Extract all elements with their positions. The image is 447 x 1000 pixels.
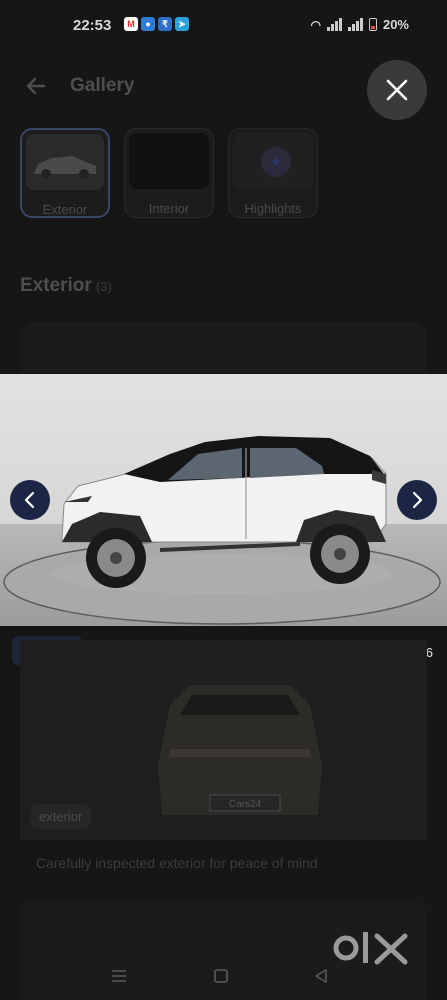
section-title-text: Exterior [20, 275, 92, 296]
tab-label-interior: Interior [148, 201, 190, 216]
chevron-left-icon [24, 491, 35, 509]
close-button[interactable] [367, 60, 427, 120]
signal-icon [326, 18, 342, 31]
license-plate-text: Cars24 [229, 799, 262, 810]
status-time: 22:53 [73, 17, 112, 34]
previous-image-button[interactable] [10, 480, 50, 520]
battery-icon [368, 18, 377, 31]
home-square-icon [214, 969, 228, 983]
status-bar: 22:53 M ● ₹ ➤ ◠ 20% [0, 0, 447, 50]
next-image-button[interactable] [397, 480, 437, 520]
menu-icon [112, 970, 126, 982]
tab-highlights[interactable]: ★ Highlights [228, 128, 318, 218]
back-arrow-icon[interactable] [22, 72, 50, 100]
gallery-card-front[interactable]: Cars24 exterior [20, 640, 427, 840]
car-front-image: Cars24 [158, 685, 322, 815]
notification-icons: M ● ₹ ➤ [124, 17, 189, 31]
chevron-right-icon [412, 491, 423, 509]
recent-apps-button[interactable] [104, 964, 134, 988]
gallery-tabs: Exterior Interior ★ Highlights [20, 128, 318, 218]
tab-label-highlights: Highlights [244, 201, 302, 216]
tab-interior[interactable]: Interior [124, 128, 214, 218]
status-right: ◠ 20% [310, 17, 409, 32]
tab-label-exterior: Exterior [42, 202, 88, 217]
page-title: Gallery [70, 75, 135, 96]
back-triangle-icon [315, 969, 327, 983]
home-button[interactable] [206, 964, 236, 988]
section-title: Exterior (3) [20, 275, 112, 297]
card-category-badge: exterior [30, 804, 92, 829]
system-nav-bar [0, 960, 447, 1000]
telegram-icon: ➤ [175, 17, 189, 31]
card-caption: Carefully inspected exterior for peace o… [36, 855, 318, 871]
gmail-icon: M [124, 17, 138, 31]
gallery-card-top [20, 322, 427, 382]
chat-icon: ● [141, 17, 155, 31]
section-count: (3) [95, 279, 112, 294]
exterior-thumbnail [26, 134, 104, 190]
star-icon: ★ [261, 147, 291, 177]
car-exterior-image [0, 374, 447, 626]
paytm-icon: ₹ [158, 17, 172, 31]
system-back-button[interactable] [306, 964, 336, 988]
interior-thumbnail [129, 133, 209, 189]
close-icon [386, 79, 408, 101]
signal-icon-2 [347, 18, 363, 31]
image-viewer[interactable] [0, 374, 447, 626]
tab-exterior[interactable]: Exterior [20, 128, 110, 218]
battery-level: 20% [382, 17, 409, 32]
wifi-icon: ◠ [310, 17, 321, 32]
highlights-thumbnail: ★ [233, 133, 313, 189]
